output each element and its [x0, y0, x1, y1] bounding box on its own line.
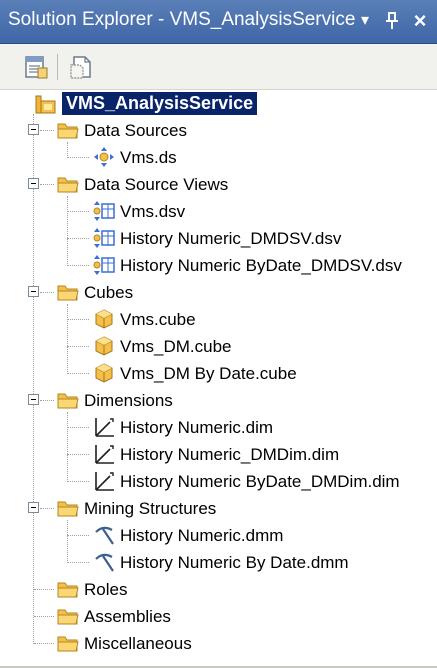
- dimension-icon: [95, 472, 114, 491]
- data-source-view-icon: [93, 201, 115, 221]
- tree-line: [67, 481, 89, 482]
- tree-line: [67, 535, 89, 536]
- collapse-expander[interactable]: [28, 502, 39, 513]
- folder-icon: [57, 636, 79, 652]
- title-bar[interactable]: Solution Explorer - VMS_AnalysisService …: [0, 0, 437, 44]
- tree-line: [67, 346, 89, 347]
- tree-line: [67, 427, 89, 428]
- mining-structure-icon: [95, 526, 114, 545]
- data-source-view-icon: [93, 255, 115, 275]
- data-source-icon: [94, 147, 114, 167]
- collapse-expander[interactable]: [28, 394, 39, 405]
- cube-icon: [95, 336, 113, 356]
- tree-line: [34, 643, 54, 644]
- folder-icon: [57, 285, 79, 301]
- collapse-expander[interactable]: [28, 124, 39, 135]
- tree-line: [67, 319, 89, 320]
- data-source-view-icon: [93, 228, 115, 248]
- tree-line: [67, 304, 68, 374]
- mining-structure-icon: [95, 553, 114, 572]
- toolbar: [0, 44, 437, 90]
- window-position-dropdown-icon[interactable]: ▾: [355, 9, 375, 33]
- solution-tree: VMS_AnalysisService Data Sources Vms.ds: [0, 90, 437, 668]
- tree-line: [40, 508, 54, 509]
- tree-line: [33, 114, 34, 644]
- auto-hide-pin-icon[interactable]: [382, 9, 402, 33]
- folder-icon: [57, 393, 79, 409]
- close-icon[interactable]: ×: [410, 9, 430, 33]
- cube-icon: [95, 363, 113, 383]
- dimension-icon: [95, 418, 114, 437]
- tree-line: [67, 454, 89, 455]
- tree-line: [67, 157, 89, 158]
- window-title: Solution Explorer - VMS_AnalysisService: [8, 9, 356, 30]
- show-all-files-icon: [70, 56, 91, 79]
- collapse-expander[interactable]: [28, 178, 39, 189]
- tree-line: [34, 616, 54, 617]
- folder-icon: [57, 582, 79, 598]
- folder-icon: [57, 177, 79, 193]
- tree-line: [67, 142, 68, 158]
- tree-line: [67, 562, 89, 563]
- tree-line: [67, 373, 89, 374]
- tree-line: [67, 211, 89, 212]
- tree-line: [67, 196, 68, 266]
- tree-line: [67, 238, 89, 239]
- folder-icon: [57, 123, 79, 139]
- tree-line: [34, 589, 54, 590]
- tree-line: [40, 400, 54, 401]
- tree-line: [67, 520, 68, 563]
- dimension-icon: [95, 445, 114, 464]
- solution-explorer-panel: Solution Explorer - VMS_AnalysisService …: [0, 0, 437, 668]
- tree-line: [67, 265, 89, 266]
- project-label: VMS_AnalysisService: [62, 92, 258, 115]
- properties-icon: [25, 56, 48, 79]
- collapse-expander[interactable]: [28, 286, 39, 297]
- toolbar-separator: [57, 54, 58, 80]
- properties-button[interactable]: [22, 54, 50, 80]
- tree-line: [40, 130, 54, 131]
- cube-icon: [95, 309, 113, 329]
- folder-icon: [57, 501, 79, 517]
- project-icon: [35, 95, 56, 114]
- show-all-files-button[interactable]: [68, 54, 96, 80]
- tree-line: [67, 412, 68, 482]
- folder-icon: [57, 609, 79, 625]
- tree-line: [40, 292, 54, 293]
- tree-line: [40, 184, 54, 185]
